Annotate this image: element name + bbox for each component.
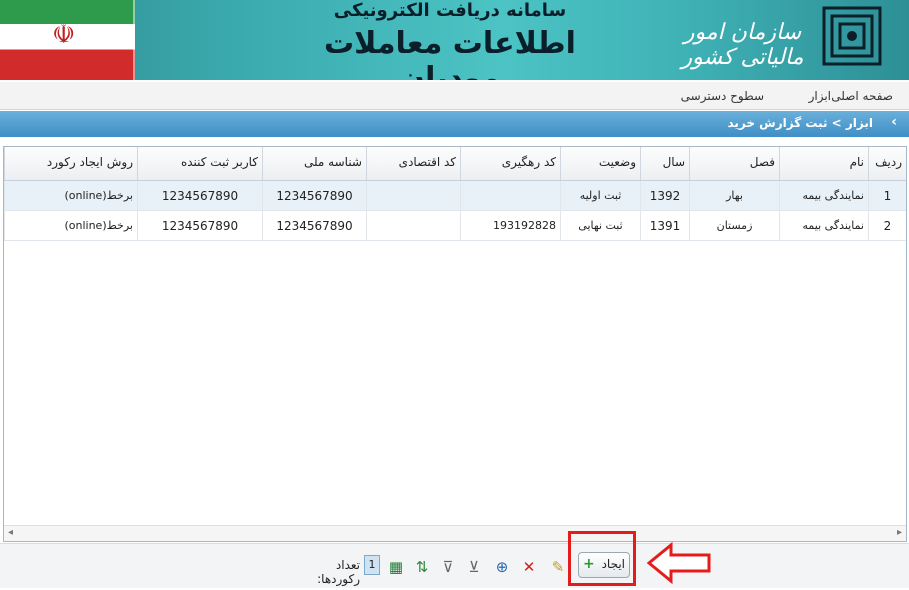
record-count-label: تعداد رکوردها: xyxy=(317,558,360,586)
chevron-right-icon: › xyxy=(891,114,897,130)
cell-row: 2 xyxy=(868,211,906,240)
cell-status: ثبت اولیه xyxy=(560,181,640,210)
cell-registering-user: 1234567890 xyxy=(137,211,262,240)
cell-year: 1392 xyxy=(640,181,689,210)
cell-national-id: 1234567890 xyxy=(262,211,366,240)
col-header-season[interactable]: فصل xyxy=(689,147,779,180)
col-header-national-id[interactable]: شناسه ملی xyxy=(262,147,366,180)
refresh-icon[interactable]: ⇅ xyxy=(413,558,431,576)
filter-icon[interactable]: ⊽ xyxy=(439,558,457,576)
org-name: سازمان امور مالیاتی کشور xyxy=(681,20,804,70)
banner-title: اطلاعات معاملات مودیان xyxy=(324,26,576,80)
col-header-economic-code[interactable]: کد اقتصادی xyxy=(366,147,460,180)
cell-name: نمایندگی بیمه xyxy=(779,211,868,240)
banner-subtitle: سامانه دریافت الکترونیکی xyxy=(333,0,567,21)
cell-tracking-code: 193192828 xyxy=(460,211,560,240)
cell-creation-method: برخط(online) xyxy=(4,211,137,240)
top-menu-bar: صفحه اصلی ابزار سطوح دسترسی xyxy=(0,82,909,110)
scroll-left-icon[interactable]: ◂ xyxy=(8,527,13,538)
records-grid: ردیف نام فصل سال وضعیت کد رهگیری کد اقتص… xyxy=(3,146,907,542)
breadcrumb: › ابزار > ثبت گزارش خرید xyxy=(0,111,909,137)
clear-filter-icon[interactable]: ⊻ xyxy=(465,558,483,576)
breadcrumb-text: ابزار > ثبت گزارش خرید xyxy=(727,116,873,130)
cell-season: بهار xyxy=(689,181,779,210)
cell-year: 1391 xyxy=(640,211,689,240)
cell-row: 1 xyxy=(868,181,906,210)
col-header-year[interactable]: سال xyxy=(640,147,689,180)
highlight-box xyxy=(568,531,636,586)
col-header-tracking-code[interactable]: کد رهگیری xyxy=(460,147,560,180)
add-circle-icon[interactable]: ⊕ xyxy=(493,558,511,576)
grid-header: ردیف نام فصل سال وضعیت کد رهگیری کد اقتص… xyxy=(4,147,906,181)
cell-registering-user: 1234567890 xyxy=(137,181,262,210)
cell-status: ثبت نهایی xyxy=(560,211,640,240)
cell-season: زمستان xyxy=(689,211,779,240)
horizontal-scrollbar[interactable]: ◂ ▸ xyxy=(4,525,906,541)
cell-name: نمایندگی بیمه xyxy=(779,181,868,210)
cell-economic-code xyxy=(366,211,460,240)
cell-creation-method: برخط(online) xyxy=(4,181,137,210)
menu-tools[interactable]: ابزار xyxy=(809,89,831,103)
table-row[interactable]: 2 نمایندگی بیمه زمستان 1391 ثبت نهایی 19… xyxy=(4,211,906,241)
table-row[interactable]: 1 نمایندگی بیمه بهار 1392 ثبت اولیه 1234… xyxy=(4,181,906,211)
flag-emblem-icon: ☫ xyxy=(52,20,76,50)
col-header-status[interactable]: وضعیت xyxy=(560,147,640,180)
org-logo-icon xyxy=(822,6,882,66)
menu-access-levels[interactable]: سطوح دسترسی xyxy=(681,89,764,103)
left-arrow-icon xyxy=(647,542,711,584)
cell-national-id: 1234567890 xyxy=(262,181,366,210)
scroll-right-icon[interactable]: ▸ xyxy=(897,527,902,538)
record-count-value: 1 xyxy=(364,555,380,575)
col-header-registering-user[interactable]: کاربر ثبت کننده xyxy=(137,147,262,180)
iran-flag-image: ☫ xyxy=(0,0,135,80)
header-banner: ☫ سامانه دریافت الکترونیکی اطلاعات معامل… xyxy=(0,0,909,80)
col-header-row[interactable]: ردیف xyxy=(868,147,906,180)
cell-economic-code xyxy=(366,181,460,210)
col-header-name[interactable]: نام xyxy=(779,147,868,180)
delete-icon[interactable]: ✕ xyxy=(520,558,538,576)
menu-home[interactable]: صفحه اصلی xyxy=(831,89,893,103)
edit-icon[interactable]: ✎ xyxy=(549,558,567,576)
col-header-creation-method[interactable]: روش ایجاد رکورد xyxy=(4,147,137,180)
cell-tracking-code xyxy=(460,181,560,210)
excel-export-icon[interactable]: ▦ xyxy=(387,558,405,576)
